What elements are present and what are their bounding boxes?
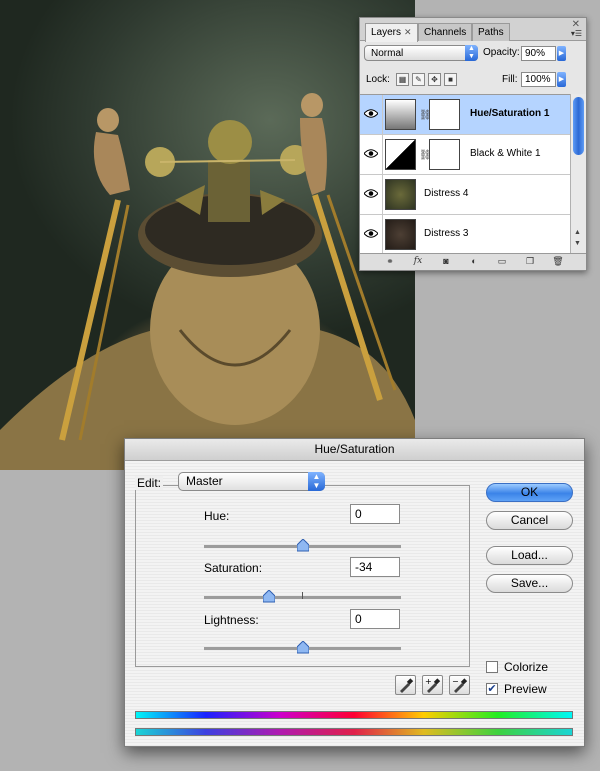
- layer-row-distress-3[interactable]: Distress 3: [360, 215, 570, 254]
- eyedropper-tools: + −: [395, 675, 470, 695]
- layer-name: Black & White 1: [470, 148, 541, 159]
- dialog-title: Hue/Saturation: [125, 439, 584, 461]
- tab-channels-label: Channels: [424, 27, 467, 38]
- link-layers-icon[interactable]: ⚭: [382, 256, 398, 267]
- opacity-input[interactable]: 90%: [521, 46, 556, 61]
- lightness-slider[interactable]: [204, 641, 401, 654]
- palette-tab-bar: Layers ✕ Channels Paths ✕ ▾☰: [360, 18, 586, 42]
- eyedropper-icon[interactable]: [395, 675, 416, 695]
- layer-row-distress-4[interactable]: Distress 4: [360, 175, 570, 215]
- close-icon[interactable]: ✕: [404, 27, 412, 37]
- adjustment-thumbnail: [385, 99, 416, 130]
- visibility-toggle[interactable]: [360, 215, 383, 254]
- visibility-toggle[interactable]: [360, 95, 383, 134]
- texture-thumbnail: [385, 179, 416, 210]
- blend-mode-value: Normal: [371, 48, 404, 59]
- adjustment-group-box: [135, 485, 470, 667]
- layer-name: Distress 3: [424, 228, 469, 239]
- saturation-label: Saturation:: [204, 561, 263, 575]
- texture-thumbnail: [385, 219, 416, 250]
- scroll-down-icon[interactable]: ▼: [574, 240, 581, 247]
- trash-icon[interactable]: 🗑: [550, 256, 566, 267]
- load-button[interactable]: Load...: [486, 546, 573, 565]
- slider-thumb-icon[interactable]: [296, 539, 309, 552]
- layer-list: ⛓ Hue/Saturation 1 ⛓ Black & White 1 Dis…: [360, 94, 570, 254]
- hue-input[interactable]: 0: [350, 504, 400, 524]
- up-down-arrows-icon: ▲ ▼: [465, 45, 478, 61]
- layer-name: Distress 4: [424, 188, 469, 199]
- input-color-spectrum: [135, 711, 573, 719]
- slider-thumb-icon[interactable]: [263, 590, 275, 603]
- lock-label: Lock:: [366, 74, 390, 85]
- lock-move-icon[interactable]: ✥: [428, 73, 441, 86]
- fill-arrow-icon[interactable]: ▶: [557, 72, 566, 87]
- up-down-arrows-icon: ▲ ▼: [308, 472, 325, 491]
- hue-label: Hue:: [204, 509, 230, 523]
- eyedropper-plus-icon[interactable]: +: [422, 675, 443, 695]
- layer-name: Hue/Saturation 1: [470, 108, 550, 119]
- tab-paths[interactable]: Paths: [472, 23, 510, 41]
- layer-row-hue-saturation[interactable]: ⛓ Hue/Saturation 1: [360, 95, 570, 135]
- layers-palette: Layers ✕ Channels Paths ✕ ▾☰ Normal ▲ ▼ Op…: [359, 17, 587, 271]
- layer-row-black-white[interactable]: ⛓ Black & White 1: [360, 135, 570, 175]
- eye-icon: [364, 149, 378, 158]
- hue-saturation-dialog: Hue/Saturation Edit: Master ▲ ▼ Hue: 0 Sa…: [124, 438, 585, 747]
- lightness-input[interactable]: 0: [350, 609, 400, 629]
- opacity-arrow-icon[interactable]: ▶: [557, 46, 566, 61]
- colorize-checkbox[interactable]: [486, 661, 498, 673]
- cancel-button[interactable]: Cancel: [486, 511, 573, 530]
- tab-layers-label: Layers: [371, 27, 402, 38]
- ok-button[interactable]: OK: [486, 483, 573, 502]
- eyedropper-minus-icon[interactable]: −: [449, 675, 470, 695]
- fill-label: Fill:: [502, 74, 518, 85]
- preview-checkbox[interactable]: ✔: [486, 683, 498, 695]
- tab-channels[interactable]: Channels: [418, 23, 473, 41]
- mask-thumbnail[interactable]: [429, 139, 460, 170]
- adjustment-layer-icon[interactable]: ◐: [466, 256, 482, 267]
- hue-slider[interactable]: [204, 539, 401, 552]
- adjustment-thumbnail: [385, 139, 416, 170]
- lock-options: ▦ ✎ ✥ ■: [396, 73, 457, 86]
- saturation-input[interactable]: -34: [350, 557, 400, 577]
- edit-channel-select[interactable]: Master ▲ ▼: [178, 472, 325, 491]
- colorize-label: Colorize: [504, 660, 549, 674]
- lock-all-icon[interactable]: ■: [444, 73, 457, 86]
- scroll-thumb[interactable]: [573, 97, 584, 155]
- blend-mode-select[interactable]: Normal ▲ ▼: [364, 45, 478, 61]
- palette-footer: ⚭ fx ◙ ◐ ▭ ❐ 🗑: [360, 253, 586, 270]
- scroll-up-icon[interactable]: ▲: [574, 229, 581, 236]
- mask-thumbnail[interactable]: [429, 99, 460, 130]
- tab-layers[interactable]: Layers ✕: [365, 23, 418, 42]
- add-mask-icon[interactable]: ◙: [438, 256, 454, 267]
- background-artwork: [0, 0, 415, 470]
- preview-label: Preview: [504, 682, 547, 696]
- opacity-label: Opacity:: [483, 47, 520, 58]
- tab-paths-label: Paths: [478, 27, 504, 38]
- eye-icon: [364, 189, 378, 198]
- svg-text:−: −: [452, 677, 459, 686]
- palette-menu-icon[interactable]: ▾☰: [571, 29, 582, 38]
- save-button[interactable]: Save...: [486, 574, 573, 593]
- layers-scrollbar[interactable]: ▲ ▼: [570, 94, 586, 253]
- fx-icon[interactable]: fx: [410, 256, 426, 267]
- slider-thumb-icon[interactable]: [296, 641, 309, 654]
- eye-icon: [364, 109, 378, 118]
- new-layer-icon[interactable]: ❐: [522, 256, 538, 267]
- output-color-spectrum: [135, 728, 573, 736]
- lock-transparency-icon[interactable]: ▦: [396, 73, 409, 86]
- visibility-toggle[interactable]: [360, 135, 383, 174]
- lightness-label: Lightness:: [204, 613, 259, 627]
- edit-label: Edit:: [135, 476, 164, 490]
- group-folder-icon[interactable]: ▭: [494, 256, 510, 267]
- lock-brush-icon[interactable]: ✎: [412, 73, 425, 86]
- fill-input[interactable]: 100%: [521, 72, 556, 87]
- artwork-illustration: [0, 93, 415, 470]
- center-tick: [302, 592, 303, 599]
- saturation-slider[interactable]: [204, 590, 401, 603]
- eye-icon: [364, 229, 378, 238]
- visibility-toggle[interactable]: [360, 175, 383, 214]
- edit-channel-value: Master: [186, 474, 223, 488]
- svg-text:+: +: [425, 677, 432, 686]
